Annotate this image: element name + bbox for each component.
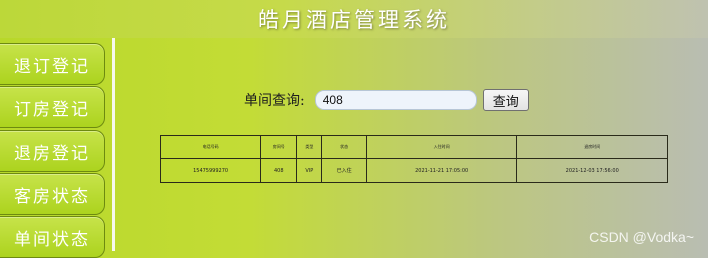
sidebar-item-single-room-status[interactable]: 单间状态 bbox=[0, 216, 105, 258]
sidebar-item-label: 客房状态 bbox=[14, 186, 90, 207]
sidebar-item-unsubscribe-registration[interactable]: 退订登记 bbox=[0, 43, 105, 85]
cell-phone: 15475999270 bbox=[159, 158, 262, 183]
search-bar: 单间查询: 查询 bbox=[244, 89, 529, 111]
cell-checkin-time: 2021-11-21 17:05:00 bbox=[365, 158, 518, 183]
room-search-input[interactable] bbox=[314, 90, 477, 110]
table-row: 15475999270 408 VIP 已入住 2021-11-21 17:05… bbox=[159, 158, 668, 183]
search-label: 单间查询: bbox=[244, 93, 305, 109]
sidebar: 退订登记 订房登记 退房登记 客房状态 单间状态 bbox=[0, 38, 116, 258]
search-button[interactable]: 查询 bbox=[482, 89, 529, 111]
sidebar-item-checkout-registration[interactable]: 退房登记 bbox=[0, 130, 105, 172]
sidebar-divider bbox=[112, 38, 115, 251]
sidebar-item-label: 单间状态 bbox=[14, 229, 90, 250]
column-header-checkout-time: 退房时间 bbox=[516, 135, 668, 159]
sidebar-item-label: 退房登记 bbox=[14, 143, 90, 164]
header-bar: 皓月酒店管理系统 bbox=[0, 0, 708, 38]
result-table: 电话号码 房间号 类型 状态 入住时间 退房时间 15475999270 408… bbox=[159, 135, 668, 183]
table-header-row: 电话号码 房间号 类型 状态 入住时间 退房时间 bbox=[159, 135, 668, 159]
sidebar-item-room-status[interactable]: 客房状态 bbox=[0, 173, 105, 215]
sidebar-item-label: 订房登记 bbox=[14, 99, 90, 120]
column-header-type: 类型 bbox=[296, 135, 323, 159]
app-title: 皓月酒店管理系统 bbox=[258, 8, 450, 32]
column-header-phone: 电话号码 bbox=[159, 135, 262, 159]
column-header-status: 状态 bbox=[321, 135, 367, 159]
watermark: CSDN @Vodka~ bbox=[589, 229, 694, 245]
cell-room-number: 408 bbox=[260, 158, 298, 183]
sidebar-item-booking-registration[interactable]: 订房登记 bbox=[0, 86, 105, 128]
cell-checkout-time: 2021-12-03 17:56:00 bbox=[516, 158, 668, 183]
column-header-room-number: 房间号 bbox=[260, 135, 298, 159]
column-header-checkin-time: 入住时间 bbox=[365, 135, 518, 159]
cell-type: VIP bbox=[296, 158, 323, 183]
sidebar-item-label: 退订登记 bbox=[14, 56, 90, 77]
cell-status: 已入住 bbox=[321, 158, 367, 183]
